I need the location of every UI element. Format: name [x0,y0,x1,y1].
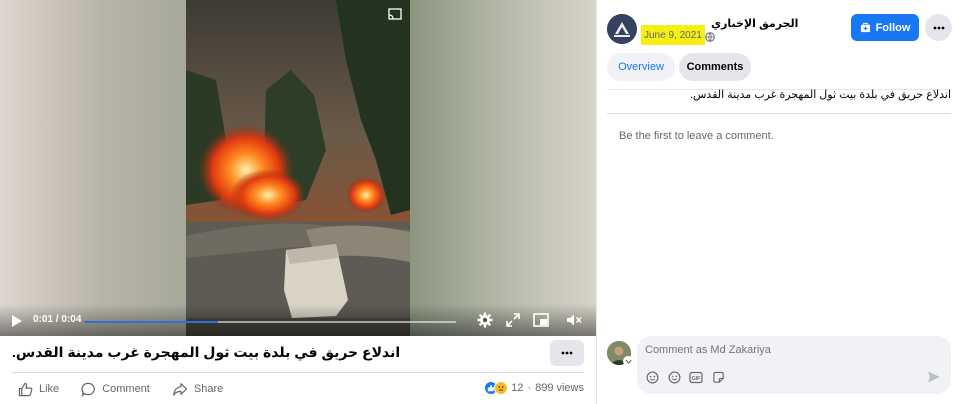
like-button[interactable]: Like [18,382,59,397]
video-blur-left [0,0,186,336]
share-arrow-icon [172,382,188,396]
composer-tools: GIF [645,370,733,384]
volume-button[interactable] [565,312,583,328]
page-avatar[interactable] [607,14,637,44]
current-time: 0:01 [33,314,54,325]
duration: 0:04 [61,314,82,325]
post-text: اندلاع حريق في بلدة بيت ثول المهجرة غرب … [689,89,951,101]
post-more-options-button[interactable] [550,340,584,366]
sticker-button[interactable] [711,370,725,384]
media-pane: 0:01 / 0:04 اندلاع حريق في بلدة بيت ثول … [0,0,596,404]
avatar-sticker-button[interactable] [645,370,659,384]
video-controls: 0:01 / 0:04 [0,304,596,336]
muted-speaker-icon [567,314,582,326]
video-player[interactable]: 0:01 / 0:04 [0,0,596,336]
divider [12,372,584,373]
settings-button[interactable] [476,311,494,329]
post-actions: Like Comment Share [18,380,245,398]
share-button[interactable]: Share [172,382,223,397]
stats-separator: · [527,382,532,394]
cast-icon[interactable] [388,8,402,20]
view-count: 899 views [535,382,584,394]
gif-button[interactable]: GIF [689,370,703,384]
post-caption: اندلاع حريق في بلدة بيت ثول المهجرة غرب … [12,344,534,361]
play-button[interactable] [8,313,26,329]
more-dots-icon [933,26,944,29]
progress-bar[interactable] [84,321,456,323]
reaction-count[interactable]: 12 [511,382,523,394]
pip-icon [533,313,549,327]
send-icon[interactable] [927,370,941,384]
emoji-button[interactable] [667,370,681,384]
comment-button[interactable]: Comment [81,382,150,397]
expand-icon [506,313,520,327]
avatar-sticker-icon [646,371,658,383]
sad-reaction-icon[interactable] [494,381,509,395]
progress-fill [84,321,218,323]
follow-label: Follow [875,21,911,34]
post-sidebar: الجرمق الإخباري June 9, 2021 · Follow Ov… [596,0,958,404]
video-frame [186,0,410,336]
video-time: 0:01 / 0:04 [33,314,81,325]
chevron-down-icon [624,359,632,364]
picture-in-picture-button[interactable] [532,312,550,328]
gif-icon: GIF [689,371,703,383]
fire-scene-image [186,0,410,336]
gear-icon [477,312,493,328]
share-label: Share [193,383,224,395]
fullscreen-button[interactable] [505,312,521,328]
tab-comments[interactable]: Comments [679,53,751,81]
more-dots-icon [561,351,573,355]
post-date-link[interactable]: June 9, 2021 [641,25,705,45]
post-caption-text: اندلاع حريق في بلدة بيت ثول المهجرة غرب … [12,344,401,360]
video-blur-right [410,0,596,336]
tab-overview[interactable]: Overview [607,53,675,81]
thumbs-up-icon [18,382,33,396]
emoji-icon [668,371,680,383]
comment-label: Comment [102,383,150,395]
no-comments-message: Be the first to leave a comment. [619,130,774,142]
comment-input[interactable] [645,344,935,356]
like-label: Like [39,383,60,395]
post-viewer: 0:01 / 0:04 اندلاع حريق في بلدة بيت ثول … [0,0,958,404]
comment-composer: GIF [637,336,951,394]
account-switch-button[interactable] [623,356,633,366]
divider [607,113,951,114]
date-separator: · [698,31,702,42]
globe-icon[interactable] [705,32,715,42]
page-name-link[interactable]: الجرمق الإخباري [711,17,798,30]
play-icon [12,315,22,327]
sticker-icon [712,371,724,383]
comment-bubble-icon [81,382,96,397]
page-logo-icon [607,14,637,44]
follow-button[interactable]: Follow [851,14,919,41]
sidebar-more-options-button[interactable] [925,14,952,41]
svg-text:GIF: GIF [692,376,700,382]
post-stats: 12 · 899 views [484,381,584,395]
follow-page-icon [860,22,870,33]
